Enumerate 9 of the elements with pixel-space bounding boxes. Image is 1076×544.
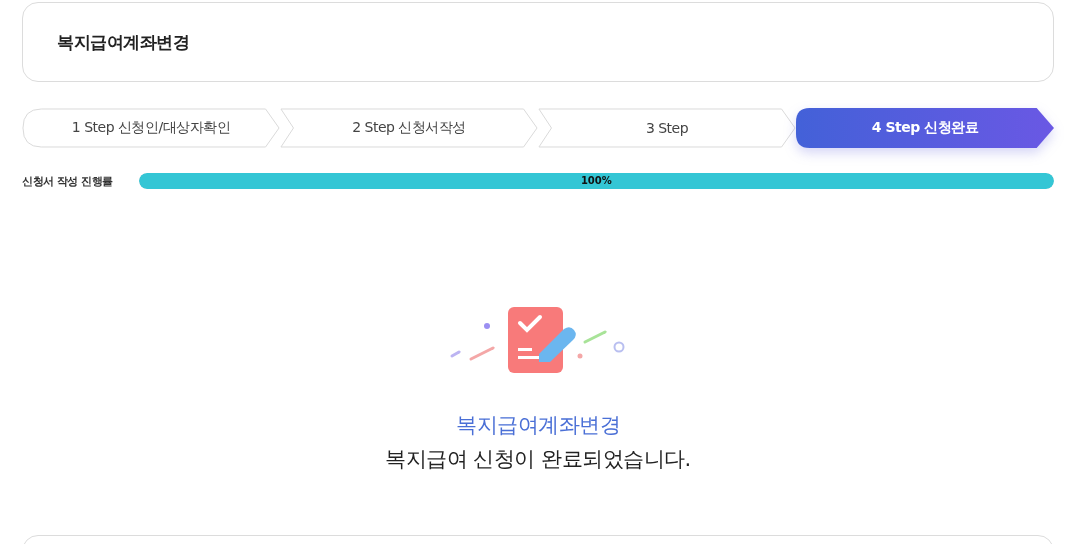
page-title: 복지급여계좌변경 — [57, 30, 189, 54]
step-tab[interactable]: 2 Step 신청서작성 — [280, 108, 538, 148]
progress-label: 신청서 작성 진행률 — [22, 173, 113, 189]
step-tab[interactable]: 4 Step 신청완료 — [796, 108, 1054, 148]
result-title: 복지급여계좌변경 — [456, 412, 620, 439]
result-message: 복지급여 신청이 완료되었습니다. — [385, 446, 691, 473]
progress-reading: 100% — [579, 174, 613, 188]
step-tab[interactable]: 1 Step 신청인/대상자확인 — [22, 108, 280, 148]
step-tab[interactable]: 3 Step — [538, 108, 796, 148]
